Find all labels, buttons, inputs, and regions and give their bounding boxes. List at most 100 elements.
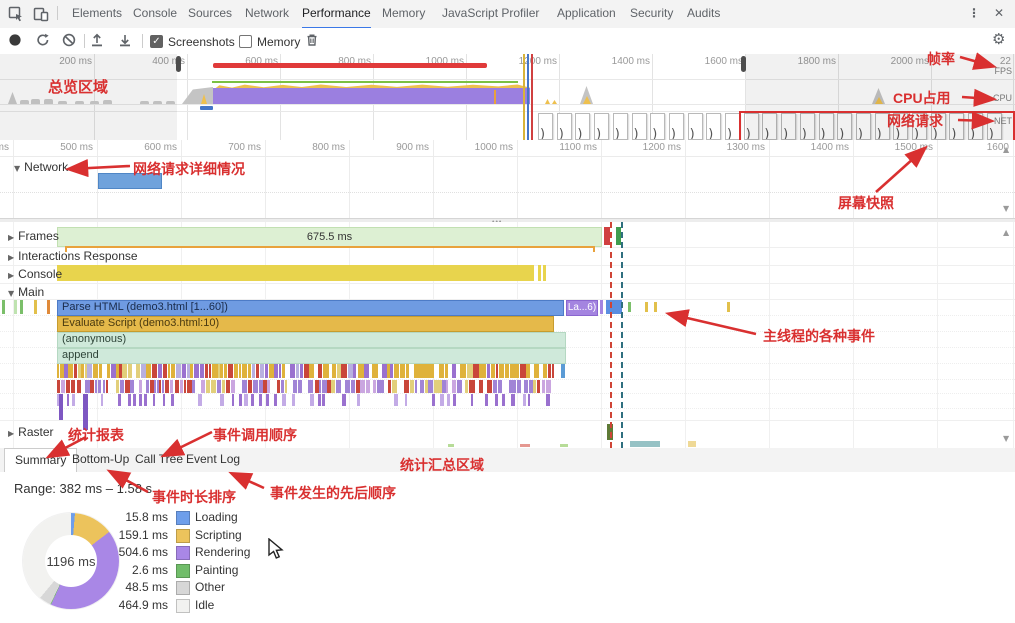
garbage-collect-icon[interactable] [305, 33, 319, 50]
append-bar[interactable]: append [57, 348, 566, 364]
device-toolbar-icon[interactable] [33, 6, 49, 25]
style-activity-tick [382, 380, 384, 393]
style-activity-tick [281, 380, 284, 393]
kebab-menu-icon[interactable]: ⋮ [968, 0, 980, 27]
anonymous-bar[interactable]: (anonymous) [57, 332, 566, 348]
dom-activity-tick [452, 364, 457, 378]
timeline-overview[interactable]: 200 ms400 ms600 ms800 ms1000 ms1200 ms14… [0, 54, 1015, 141]
style-activity-tick [293, 380, 297, 393]
tab-network[interactable]: Network [245, 0, 289, 27]
main-event-tick [47, 300, 50, 314]
domcontentloaded-marker [527, 54, 529, 140]
style-activity-tick [487, 380, 492, 393]
memory-checkbox[interactable] [239, 35, 252, 48]
expand-triangle-icon[interactable]: ▶ [8, 271, 14, 280]
layout-activity-tick [139, 394, 142, 406]
screenshot-thumbnail[interactable]: ) [575, 113, 590, 140]
evaluate-script-bar[interactable]: Evaluate Script (demo3.html:10) [57, 316, 554, 332]
style-activity-tick [116, 380, 120, 393]
legend-row-loading: 15.8 msLoading [100, 510, 280, 527]
collapse-triangle-icon[interactable]: ▼ [8, 289, 14, 298]
clear-recording-icon[interactable] [62, 33, 76, 50]
tab-application[interactable]: Application [557, 0, 616, 27]
layout-bar[interactable]: La...6) [566, 300, 598, 316]
frames-duration-bar[interactable]: 675.5 ms [57, 227, 602, 247]
expand-triangle-icon[interactable]: ▶ [8, 253, 14, 262]
screenshot-thumbnail[interactable]: ) [650, 113, 665, 140]
reload-and-record-button[interactable] [36, 33, 50, 50]
dom-activity-tick [505, 364, 510, 378]
thumbnail-content: ) [615, 127, 620, 140]
tab-javascript-profiler[interactable]: JavaScript Profiler [442, 0, 539, 27]
screenshot-thumbnail[interactable]: ) [725, 113, 740, 140]
style-activity-tick [420, 380, 424, 393]
scroll-up-icon[interactable]: ▲ [1003, 145, 1009, 154]
screenshot-thumbnail[interactable]: ) [688, 113, 703, 140]
style-activity-tick [533, 380, 536, 393]
layout-activity-tick [259, 394, 262, 406]
bottom-strip-mark [630, 441, 660, 447]
scroll-down-icon[interactable]: ▼ [1003, 204, 1009, 213]
layout-activity-tick [546, 394, 550, 406]
legend-label: Loading [195, 510, 238, 525]
tab-performance[interactable]: Performance [302, 0, 371, 29]
detail-gridline [769, 140, 770, 218]
detail-gridline [265, 140, 266, 218]
detail-gridline [1013, 222, 1014, 448]
scroll-up-icon[interactable]: ▲ [1003, 228, 1009, 237]
parse-html-bar[interactable]: Parse HTML (demo3.html [1...60]) [57, 300, 564, 316]
legend-color-chip [176, 564, 190, 578]
style-activity-tick [493, 380, 497, 393]
save-profile-icon[interactable] [118, 33, 132, 50]
style-activity-tick [512, 380, 516, 393]
network-track-label[interactable]: ▼Network [14, 160, 68, 174]
section-label-raster[interactable]: ▶Raster [8, 425, 54, 439]
dom-activity-tick [341, 364, 347, 378]
screenshot-thumbnail[interactable]: ) [594, 113, 609, 140]
tab-audits[interactable]: Audits [687, 0, 720, 27]
tab-memory[interactable]: Memory [382, 0, 425, 27]
screenshot-thumbnail[interactable]: ) [557, 113, 572, 140]
expand-triangle-icon[interactable]: ▶ [8, 429, 14, 438]
detail-gridline [601, 140, 602, 218]
tab-elements[interactable]: Elements [72, 0, 122, 27]
expand-triangle-icon[interactable]: ▶ [8, 233, 14, 242]
tab-console[interactable]: Console [133, 0, 177, 27]
load-profile-icon[interactable] [90, 33, 104, 50]
screenshot-thumbnail[interactable]: ) [613, 113, 628, 140]
screenshots-checkbox[interactable]: ✓ [150, 35, 163, 48]
screenshot-thumbnail[interactable]: ) [538, 113, 553, 140]
scroll-down-icon[interactable]: ▼ [1003, 434, 1009, 443]
dom-activity-tick [372, 364, 378, 378]
details-tab-event-log[interactable]: Event Log [176, 448, 250, 471]
dom-activity-tick [136, 364, 141, 378]
settings-gear-icon[interactable]: ⚙ [992, 30, 1005, 48]
screenshot-thumbnail[interactable]: ) [706, 113, 721, 140]
dom-activity-tick [107, 364, 110, 378]
screenshots-checkbox-label[interactable]: Screenshots [168, 35, 235, 49]
collapse-triangle-icon[interactable]: ▼ [14, 164, 20, 173]
inspect-element-icon[interactable] [8, 6, 24, 25]
section-label-interactions[interactable]: ▶Interactions Response [8, 249, 138, 263]
memory-checkbox-label[interactable]: Memory [257, 35, 300, 49]
selection-handle-left[interactable] [176, 56, 181, 72]
section-label-console[interactable]: ▶Console [8, 267, 62, 281]
tab-security[interactable]: Security [630, 0, 673, 27]
screenshot-thumbnail[interactable]: ) [669, 113, 684, 140]
screenshot-thumbnail[interactable]: ) [632, 113, 647, 140]
section-label-main[interactable]: ▼Main [8, 285, 44, 299]
thumbnail-content: ) [690, 127, 695, 140]
section-label-frames[interactable]: ▶Frames [8, 229, 59, 243]
tab-sources[interactable]: Sources [188, 0, 232, 27]
style-activity-tick [139, 380, 142, 393]
detail-ruler-label: 1200 ms [643, 142, 681, 153]
style-activity-tick [253, 380, 258, 393]
devtools-window: Elements Console Sources Network Performance… [0, 0, 1015, 623]
selection-handle-right[interactable] [741, 56, 746, 72]
close-devtools-icon[interactable]: ✕ [994, 0, 1004, 27]
style-activity-tick [311, 380, 313, 393]
record-button[interactable] [8, 33, 22, 50]
net-request-bar [200, 106, 213, 110]
layout-activity-tick [432, 394, 434, 406]
detail-ruler-label: 1500 ms [895, 142, 933, 153]
